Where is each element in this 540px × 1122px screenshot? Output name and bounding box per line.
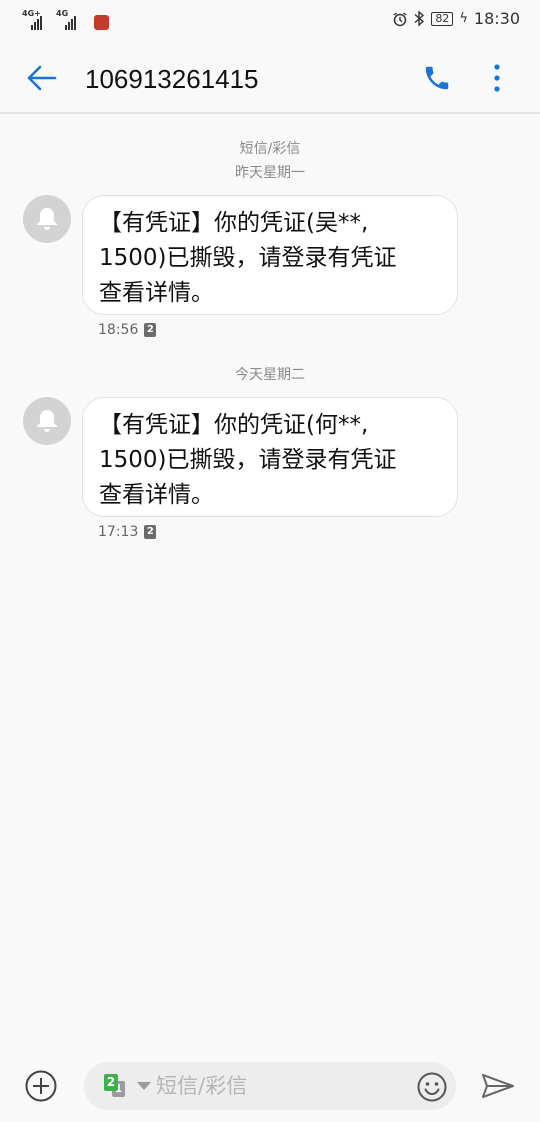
bell-icon [37, 208, 57, 230]
sim-switch-button[interactable]: 1 2 [104, 1074, 126, 1098]
message-line: 1500)已撕毁，请登录有凭证 [99, 447, 397, 473]
date-separator: 今天星期二 [235, 367, 305, 383]
send-icon[interactable] [481, 1072, 515, 1100]
signal-1-icon: 4G+ [22, 10, 50, 30]
message-input[interactable]: 短信/彩信 [156, 1073, 247, 1099]
message-bubble[interactable]: 【有凭证】你的凭证(何**, 1500)已撕毁，请登录有凭证 查看详情。 [82, 397, 458, 517]
add-attachment-icon[interactable] [24, 1069, 58, 1103]
bell-icon [37, 410, 57, 432]
message-line: 查看详情。 [99, 482, 214, 508]
message-input-container[interactable]: 1 2 短信/彩信 [84, 1062, 456, 1110]
battery-icon: 82 [431, 11, 454, 26]
app-notification-icon [94, 15, 109, 30]
sim-card-icon: 2 [144, 323, 157, 337]
message-time: 18:56 2 [98, 321, 157, 339]
chevron-down-icon[interactable] [137, 1082, 151, 1090]
contact-title: 106913261415 [85, 64, 259, 94]
message-type-label: 短信/彩信 [239, 141, 301, 157]
bluetooth-icon [414, 10, 425, 27]
contact-avatar[interactable] [23, 397, 71, 445]
charging-icon: ϟ [459, 11, 468, 26]
contact-avatar[interactable] [23, 195, 71, 243]
message-line: 1500)已撕毁，请登录有凭证 [99, 245, 397, 271]
message-time: 17:13 2 [98, 523, 157, 541]
alarm-icon [393, 11, 407, 26]
arrow-left-icon[interactable] [26, 64, 58, 92]
sim-card-icon: 2 [144, 525, 157, 539]
status-time: 18:30 [473, 9, 520, 28]
status-bar: 4G+ 4G 82 ϟ 18:30 [0, 0, 540, 42]
message-line: 查看详情。 [99, 280, 214, 306]
message-line: 【有凭证】你的凭证(吴**, [99, 210, 369, 236]
message-line: 【有凭证】你的凭证(何**, [99, 412, 369, 438]
emoji-icon[interactable] [416, 1071, 448, 1103]
date-separator: 昨天星期一 [235, 165, 305, 181]
conversation-header: 106913261415 [0, 42, 540, 114]
message-bubble[interactable]: 【有凭证】你的凭证(吴**, 1500)已撕毁，请登录有凭证 查看详情。 [82, 195, 458, 315]
phone-icon[interactable] [422, 63, 452, 93]
signal-2-icon: 4G [56, 10, 84, 30]
more-vert-icon[interactable] [487, 62, 507, 94]
